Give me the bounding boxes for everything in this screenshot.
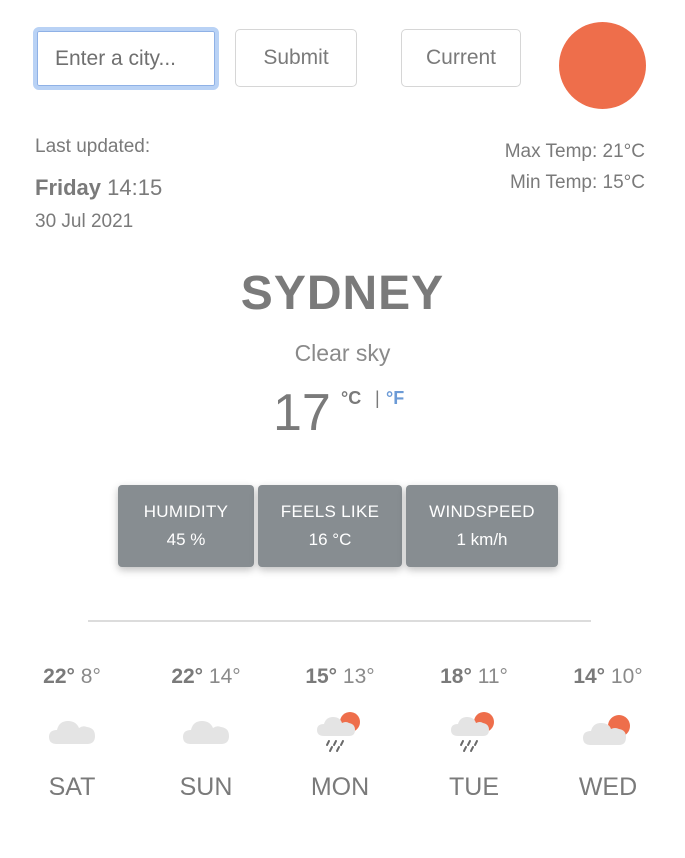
windspeed-card: WINDSPEED 1 km/h xyxy=(406,485,558,567)
forecast-low: 10° xyxy=(610,665,643,688)
forecast-high: 22° xyxy=(171,665,204,688)
search-bar: Submit Current xyxy=(0,0,685,120)
current-location-button[interactable]: Current xyxy=(401,29,521,87)
feels-like-value: 16 °C xyxy=(308,530,352,549)
city-name: SYDNEY xyxy=(240,267,445,320)
forecast-day: 15° 13° MON xyxy=(275,665,405,802)
celsius-toggle[interactable]: °C xyxy=(341,388,361,409)
last-updated-date: 30 Jul 2021 xyxy=(35,211,134,232)
current-temperature: 17 xyxy=(273,384,331,442)
humidity-value: 45 % xyxy=(166,530,206,549)
last-updated-day: Friday xyxy=(35,175,102,200)
forecast-day: 22° 14° SUN xyxy=(141,665,271,802)
forecast-high: 18° xyxy=(440,665,472,688)
last-updated-label: Last updated: xyxy=(35,136,151,157)
feels-like-label: FEELS LIKE xyxy=(280,502,380,521)
submit-button[interactable]: Submit xyxy=(235,29,357,87)
forecast-day: 22° 8° SAT xyxy=(7,665,137,802)
feels-like-card: FEELS LIKE 16 °C xyxy=(258,485,402,567)
unit-separator: | xyxy=(375,388,380,408)
windspeed-value: 1 km/h xyxy=(456,530,508,549)
forecast-high: 14° xyxy=(573,665,606,688)
windspeed-label: WINDSPEED xyxy=(429,502,535,521)
last-updated-time: 14:15 xyxy=(107,175,163,200)
forecast-low: 13° xyxy=(342,665,375,688)
cloud-sun-icon xyxy=(543,695,673,767)
forecast-day-name: MON xyxy=(310,773,370,801)
forecast-low: 8° xyxy=(80,665,101,688)
city-search-input[interactable] xyxy=(33,27,219,90)
humidity-card: HUMIDITY 45 % xyxy=(118,485,254,567)
rain-sun-icon xyxy=(275,695,405,767)
forecast-low: 11° xyxy=(477,665,508,688)
fahrenheit-toggle[interactable]: °F xyxy=(386,388,404,409)
last-updated-block: Last updated: Friday 14:15 30 Jul 2021 xyxy=(35,136,335,233)
temp-range: Max Temp: 21°C Min Temp: 15°C xyxy=(505,136,645,198)
last-updated-day-time: Friday 14:15 xyxy=(35,175,335,201)
forecast-high: 15° xyxy=(305,665,338,688)
rain-sun-icon xyxy=(409,695,539,767)
forecast-row: 22° 8° SAT 22° 14° SUN 15° 13° MON 18° 1… xyxy=(0,665,685,825)
min-temp: Min Temp: 15°C xyxy=(509,172,645,193)
forecast-low: 14° xyxy=(208,665,241,688)
forecast-day-name: SAT xyxy=(48,773,96,801)
forecast-day: 18° 11° TUE xyxy=(409,665,539,802)
cloud-icon xyxy=(141,695,271,767)
weather-condition: Clear sky xyxy=(294,340,391,366)
forecast-day-name: SUN xyxy=(179,773,233,801)
forecast-day: 14° 10° WED xyxy=(543,665,673,802)
forecast-day-name: TUE xyxy=(449,773,499,801)
weather-stats: HUMIDITY 45 % FEELS LIKE 16 °C WINDSPEED… xyxy=(118,485,558,567)
forecast-high: 22° xyxy=(43,665,75,688)
section-divider xyxy=(88,620,591,622)
sun-icon xyxy=(559,22,646,109)
forecast-day-name: WED xyxy=(578,773,638,801)
max-temp: Max Temp: 21°C xyxy=(504,141,645,162)
cloud-icon xyxy=(7,695,137,767)
humidity-label: HUMIDITY xyxy=(143,502,229,521)
